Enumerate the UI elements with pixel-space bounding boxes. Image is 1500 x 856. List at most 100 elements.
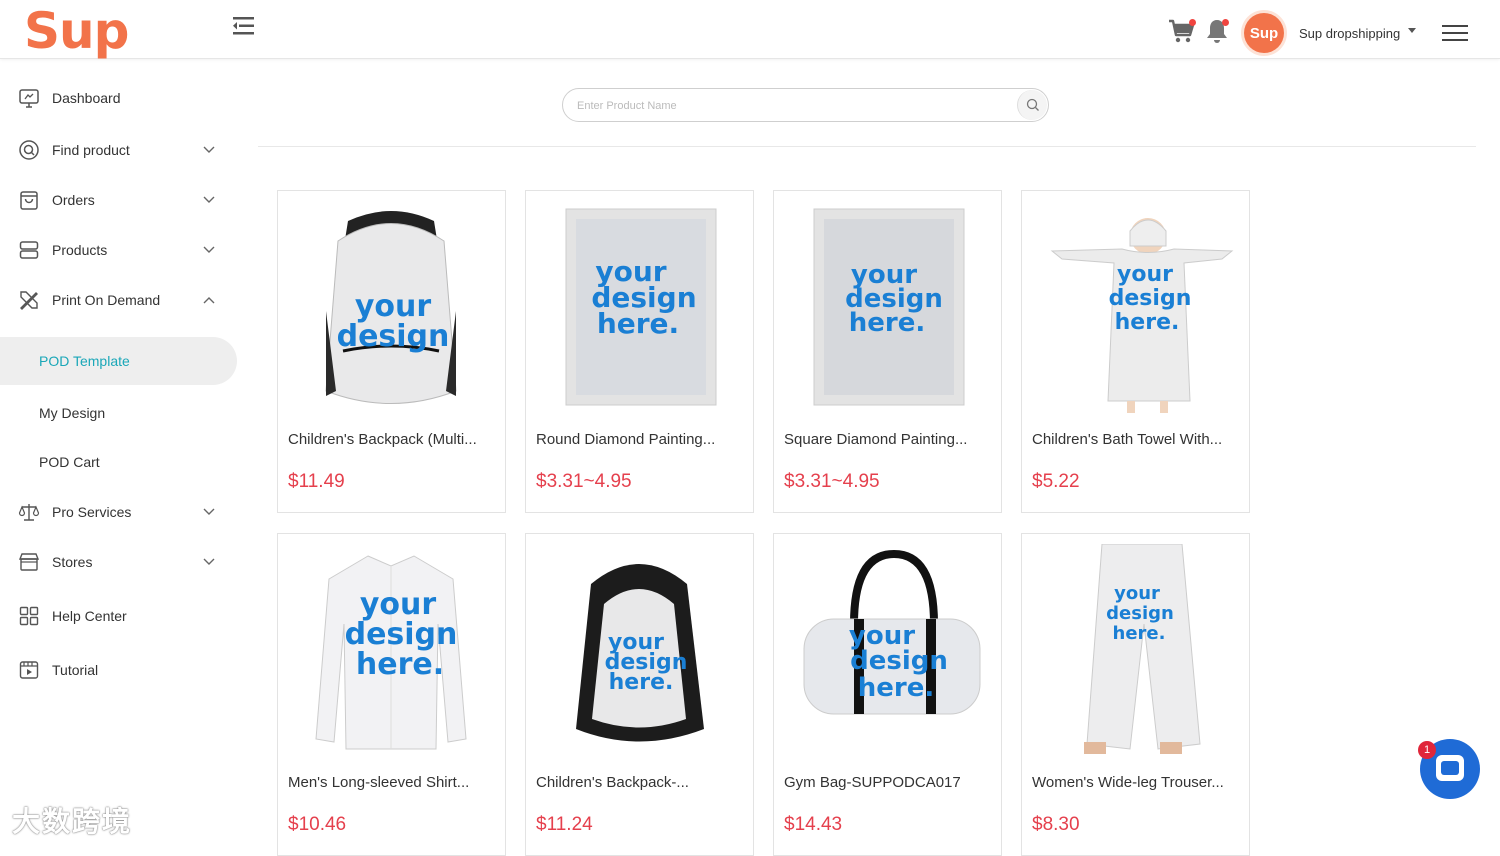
sidebar-item-tutorial[interactable]: Tutorial (0, 647, 237, 693)
trousers-image: your design here. (1084, 544, 1201, 754)
top-header: Sup Sup Sup dropshipping (0, 0, 1500, 60)
sidebar-item-label: POD Cart (39, 454, 100, 470)
product-title: Children's Bath Towel With... (1032, 431, 1223, 448)
mockup-text: design (337, 319, 450, 354)
avatar[interactable]: Sup (1244, 13, 1284, 53)
product-title: Round Diamond Painting... (536, 431, 716, 448)
design-tools-icon (20, 291, 38, 310)
brand-logo[interactable]: Sup (24, 2, 129, 60)
sidebar-item-label: Tutorial (52, 662, 99, 678)
sidebar-item-dashboard[interactable]: Dashboard (0, 75, 237, 121)
search-icon (1026, 98, 1039, 111)
hamburger-menu-icon[interactable] (1442, 25, 1468, 43)
sidebar-subitem-my-design[interactable]: My Design (0, 389, 237, 437)
mockup-text: here. (356, 647, 444, 682)
mockup-text: here. (597, 307, 679, 340)
cart-notification-dot (1189, 19, 1196, 26)
watermark: 大数跨境 (12, 805, 133, 838)
sidebar-item-label: My Design (39, 405, 106, 421)
caret-down-icon[interactable] (1408, 28, 1416, 33)
chevron-down-icon (203, 558, 215, 565)
user-name-dropdown[interactable]: Sup dropshipping (1299, 26, 1400, 41)
product-card[interactable]: your design here. Children's Backpack-..… (525, 533, 754, 856)
mockup-text: your (1117, 262, 1173, 287)
sidebar-item-label: Dashboard (52, 90, 121, 106)
product-price: $11.49 (288, 471, 345, 492)
product-price: $10.46 (288, 814, 347, 835)
sidebar-item-print-on-demand[interactable]: Print On Demand (0, 277, 237, 323)
product-title: Men's Long-sleeved Shirt... (288, 774, 470, 791)
monitor-icon (19, 89, 39, 108)
product-price: $3.31~4.95 (536, 471, 632, 492)
store-icon (18, 553, 40, 571)
sidebar-item-stores[interactable]: Stores (0, 539, 237, 585)
sidebar-item-find-product[interactable]: Find product (0, 127, 237, 173)
sidebar-subitem-pod-cart[interactable]: POD Cart (0, 438, 237, 486)
product-card[interactable]: your design here. Round Diamond Painting… (525, 190, 754, 513)
chat-bubble-icon (1436, 755, 1464, 781)
divider (258, 146, 1476, 147)
shirt-image: your design here. (315, 555, 467, 750)
product-card[interactable]: your design Children's Backpack (Multi..… (277, 190, 506, 513)
scale-icon (18, 504, 40, 521)
sidebar-item-label: Print On Demand (52, 292, 161, 308)
grid-icon (19, 606, 39, 626)
sidebar-item-orders[interactable]: Orders (0, 177, 237, 223)
mockup-text: design (1106, 603, 1174, 624)
product-card[interactable]: your design here. Square Diamond Paintin… (773, 190, 1002, 513)
product-price: $8.30 (1032, 814, 1080, 835)
sidebar-subitem-pod-template[interactable]: POD Template (0, 337, 237, 385)
search-button[interactable] (1017, 90, 1047, 120)
stack-icon (19, 241, 39, 259)
product-card[interactable]: your design here. Children's Bath Towel … (1021, 190, 1250, 513)
product-title: Women's Wide-leg Trouser... (1032, 774, 1224, 791)
diamond-painting-image: your design here. (565, 208, 717, 406)
sidebar-item-help-center[interactable]: Help Center (0, 593, 237, 639)
mockup-text: here. (858, 673, 934, 703)
bell-notification-dot (1222, 19, 1229, 26)
chat-notification-badge: 1 (1418, 741, 1436, 759)
bath-towel-image: your design here. (1050, 218, 1234, 413)
sidebar-item-label: POD Template (39, 353, 130, 369)
search-bar (562, 88, 1049, 122)
mockup-text: your (1114, 583, 1160, 604)
backpack-image: your design (325, 211, 457, 404)
bag-icon (20, 191, 38, 210)
product-card[interactable]: your design here. Women's Wide-leg Trous… (1021, 533, 1250, 856)
product-card[interactable]: your design here. Gym Bag-SUPPODCA017 $1… (773, 533, 1002, 856)
sidebar-item-label: Pro Services (52, 504, 132, 520)
video-icon (19, 661, 39, 679)
search-circle-icon (19, 140, 39, 160)
search-input[interactable] (577, 96, 997, 116)
mockup-text: design (1109, 286, 1192, 311)
product-price: $14.43 (784, 814, 843, 835)
sidebar-item-label: Help Center (52, 608, 127, 624)
product-price: $11.24 (536, 814, 593, 835)
product-title: Gym Bag-SUPPODCA017 (784, 774, 961, 791)
chevron-down-icon (203, 246, 215, 253)
mockup-text: here. (849, 308, 925, 338)
product-title: Children's Backpack-... (536, 774, 689, 791)
sidebar-item-label: Orders (52, 192, 95, 208)
mockup-text: here. (1113, 623, 1166, 644)
product-card[interactable]: your design here. Men's Long-sleeved Shi… (277, 533, 506, 856)
sidebar-item-products[interactable]: Products (0, 227, 237, 273)
mockup-text: here. (609, 670, 674, 695)
sidebar-item-label: Products (52, 242, 108, 258)
backpack-image: your design here. (576, 564, 704, 742)
chevron-down-icon (203, 508, 215, 515)
sidebar-item-label: Stores (52, 554, 93, 570)
chevron-up-icon (203, 297, 215, 304)
sidebar: Dashboard Find product Orders Products P… (0, 59, 245, 844)
chevron-down-icon (203, 146, 215, 153)
mockup-text: design (850, 646, 948, 676)
product-price: $3.31~4.95 (784, 471, 880, 492)
product-title: Children's Backpack (Multi... (288, 431, 477, 448)
chevron-down-icon (203, 196, 215, 203)
diamond-painting-image: your design here. (813, 208, 965, 406)
product-price: $5.22 (1032, 471, 1080, 492)
sidebar-item-label: Find product (52, 142, 130, 158)
sidebar-item-pro-services[interactable]: Pro Services (0, 489, 237, 535)
gym-bag-image: your design here. (803, 549, 981, 715)
sidebar-collapse-icon[interactable] (230, 14, 256, 38)
